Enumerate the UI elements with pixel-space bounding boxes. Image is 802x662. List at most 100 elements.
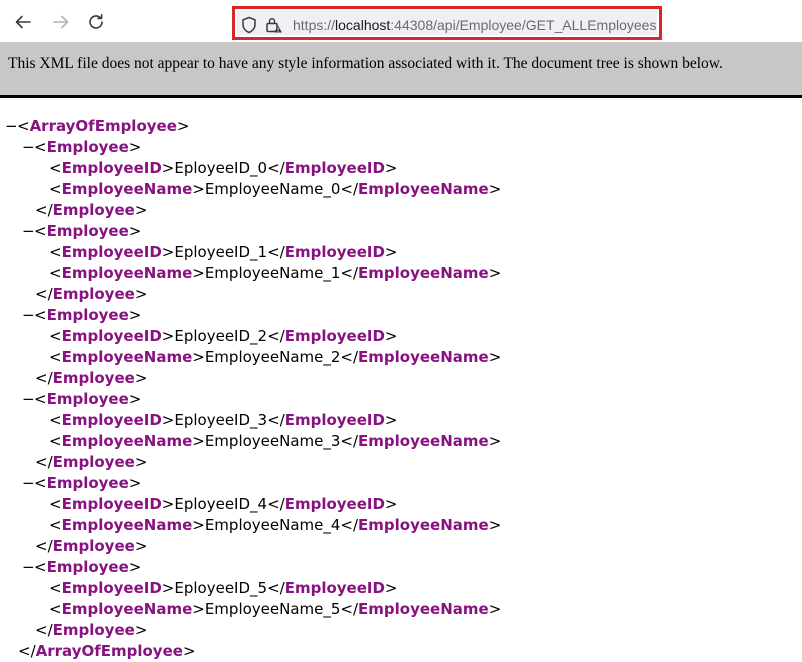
name-tag-name: EmployeeName xyxy=(61,264,193,282)
employee-tag-name: Employee xyxy=(46,138,129,156)
employee-id-value: EployeeID_1 xyxy=(174,243,268,261)
employee-tag-name: Employee xyxy=(46,558,129,576)
name-tag-name: EmployeeName xyxy=(358,516,489,534)
employee-close: </Employee> xyxy=(35,537,148,555)
employee-id-line: <EmployeeID>EployeeID_1</EmployeeID> xyxy=(49,243,398,261)
collapse-toggle[interactable]: − xyxy=(22,389,35,410)
employee-open: −<Employee> xyxy=(22,137,142,158)
employee-close: </Employee> xyxy=(35,453,148,471)
name-tag-name: EmployeeName xyxy=(61,432,193,450)
employee-node: −<Employee> <EmployeeID>EployeeID_4</Empl… xyxy=(0,473,802,557)
xml-root-open: −<ArrayOfEmployee> xyxy=(5,116,190,137)
id-tag-name: EmployeeID xyxy=(61,579,162,597)
url-path: :44308/api/Employee/GET_ALLEmployees xyxy=(390,17,657,33)
employee-list: −<Employee> <EmployeeID>EployeeID_0</Empl… xyxy=(0,137,802,641)
name-tag-name: EmployeeName xyxy=(61,516,193,534)
employee-name-line: <EmployeeName>EmployeeName_1</EmployeeNa… xyxy=(49,264,502,282)
id-tag-name: EmployeeID xyxy=(284,411,385,429)
employee-name-value: EmployeeName_4 xyxy=(204,516,341,534)
employee-tag-name: Employee xyxy=(52,453,135,471)
name-tag-name: EmployeeName xyxy=(358,432,489,450)
browser-toolbar: https://localhost:44308/api/Employee/GET… xyxy=(0,0,802,42)
xml-info-text: This XML file does not appear to have an… xyxy=(8,55,723,72)
employee-name-value: EmployeeName_5 xyxy=(204,600,341,618)
collapse-toggle[interactable]: − xyxy=(22,221,35,242)
employee-open: −<Employee> xyxy=(22,473,142,494)
collapse-toggle[interactable]: − xyxy=(22,305,35,326)
name-tag-name: EmployeeName xyxy=(61,180,193,198)
employee-name-line: <EmployeeName>EmployeeName_0</EmployeeNa… xyxy=(49,180,502,198)
name-tag-name: EmployeeName xyxy=(358,348,489,366)
id-tag-name: EmployeeID xyxy=(61,243,162,261)
employee-name-line: <EmployeeName>EmployeeName_4</EmployeeNa… xyxy=(49,516,502,534)
name-tag-name: EmployeeName xyxy=(61,348,193,366)
employee-id-value: EployeeID_5 xyxy=(174,579,268,597)
employee-tag-name: Employee xyxy=(52,369,135,387)
id-tag-name: EmployeeID xyxy=(284,495,385,513)
reload-button[interactable] xyxy=(85,11,107,33)
employee-close: </Employee> xyxy=(35,285,148,303)
shield-icon[interactable] xyxy=(241,16,257,34)
back-button[interactable] xyxy=(12,11,34,33)
employee-node: −<Employee> <EmployeeID>EployeeID_2</Empl… xyxy=(0,305,802,389)
lock-warning-icon[interactable] xyxy=(265,16,283,34)
employee-node: −<Employee> <EmployeeID>EployeeID_5</Empl… xyxy=(0,557,802,641)
name-tag-name: EmployeeName xyxy=(358,180,489,198)
employee-id-value: EployeeID_4 xyxy=(174,495,268,513)
employee-tag-name: Employee xyxy=(52,285,135,303)
employee-open: −<Employee> xyxy=(22,557,142,578)
employee-tag-name: Employee xyxy=(46,390,129,408)
employee-tag-name: Employee xyxy=(52,621,135,639)
id-tag-name: EmployeeID xyxy=(284,243,385,261)
employee-tag-name: Employee xyxy=(52,201,135,219)
employee-name-value: EmployeeName_1 xyxy=(204,264,341,282)
id-tag-name: EmployeeID xyxy=(284,579,385,597)
xml-tree: −<ArrayOfEmployee> −<Employee> <EmployeeI… xyxy=(0,116,802,662)
employee-id-value: EployeeID_3 xyxy=(174,411,268,429)
employee-name-value: EmployeeName_0 xyxy=(204,180,341,198)
root-tag-name: ArrayOfEmployee xyxy=(35,642,183,660)
url-host: localhost xyxy=(335,17,391,33)
employee-node: −<Employee> <EmployeeID>EployeeID_0</Empl… xyxy=(0,137,802,221)
employee-id-line: <EmployeeID>EployeeID_3</EmployeeID> xyxy=(49,411,398,429)
address-bar[interactable]: https://localhost:44308/api/Employee/GET… xyxy=(232,6,662,40)
employee-name-value: EmployeeName_2 xyxy=(204,348,341,366)
collapse-toggle[interactable]: − xyxy=(22,473,35,494)
employee-id-value: EployeeID_2 xyxy=(174,327,268,345)
employee-tag-name: Employee xyxy=(46,306,129,324)
employee-id-line: <EmployeeID>EployeeID_5</EmployeeID> xyxy=(49,579,398,597)
employee-open: −<Employee> xyxy=(22,389,142,410)
employee-tag-name: Employee xyxy=(52,537,135,555)
employee-id-value: EployeeID_0 xyxy=(174,159,268,177)
id-tag-name: EmployeeID xyxy=(61,495,162,513)
employee-node: −<Employee> <EmployeeID>EployeeID_1</Empl… xyxy=(0,221,802,305)
collapse-toggle[interactable]: − xyxy=(22,557,35,578)
employee-name-line: <EmployeeName>EmployeeName_3</EmployeeNa… xyxy=(49,432,502,450)
id-tag-name: EmployeeID xyxy=(284,327,385,345)
id-tag-name: EmployeeID xyxy=(61,159,162,177)
employee-open: −<Employee> xyxy=(22,221,142,242)
employee-name-line: <EmployeeName>EmployeeName_5</EmployeeNa… xyxy=(49,600,502,618)
reload-icon xyxy=(89,14,103,29)
collapse-toggle[interactable]: − xyxy=(5,116,18,137)
employee-id-line: <EmployeeID>EployeeID_2</EmployeeID> xyxy=(49,327,398,345)
name-tag-name: EmployeeName xyxy=(358,264,489,282)
url-scheme: https:// xyxy=(293,17,336,33)
forward-button[interactable] xyxy=(50,11,72,33)
id-tag-name: EmployeeID xyxy=(61,411,162,429)
employee-close: </Employee> xyxy=(35,369,148,387)
employee-node: −<Employee> <EmployeeID>EployeeID_3</Empl… xyxy=(0,389,802,473)
arrow-right-icon xyxy=(53,15,69,29)
employee-close: </Employee> xyxy=(35,621,148,639)
address-field[interactable]: https://localhost:44308/api/Employee/GET… xyxy=(237,11,657,35)
arrow-left-icon xyxy=(15,15,31,29)
name-tag-name: EmployeeName xyxy=(358,600,489,618)
employee-close: </Employee> xyxy=(35,201,148,219)
root-tag-name: ArrayOfEmployee xyxy=(29,117,177,135)
employee-tag-name: Employee xyxy=(46,474,129,492)
employee-open: −<Employee> xyxy=(22,305,142,326)
employee-tag-name: Employee xyxy=(46,222,129,240)
collapse-toggle[interactable]: − xyxy=(22,137,35,158)
xml-info-banner: This XML file does not appear to have an… xyxy=(0,42,802,98)
url-text[interactable]: https://localhost:44308/api/Employee/GET… xyxy=(293,16,656,34)
